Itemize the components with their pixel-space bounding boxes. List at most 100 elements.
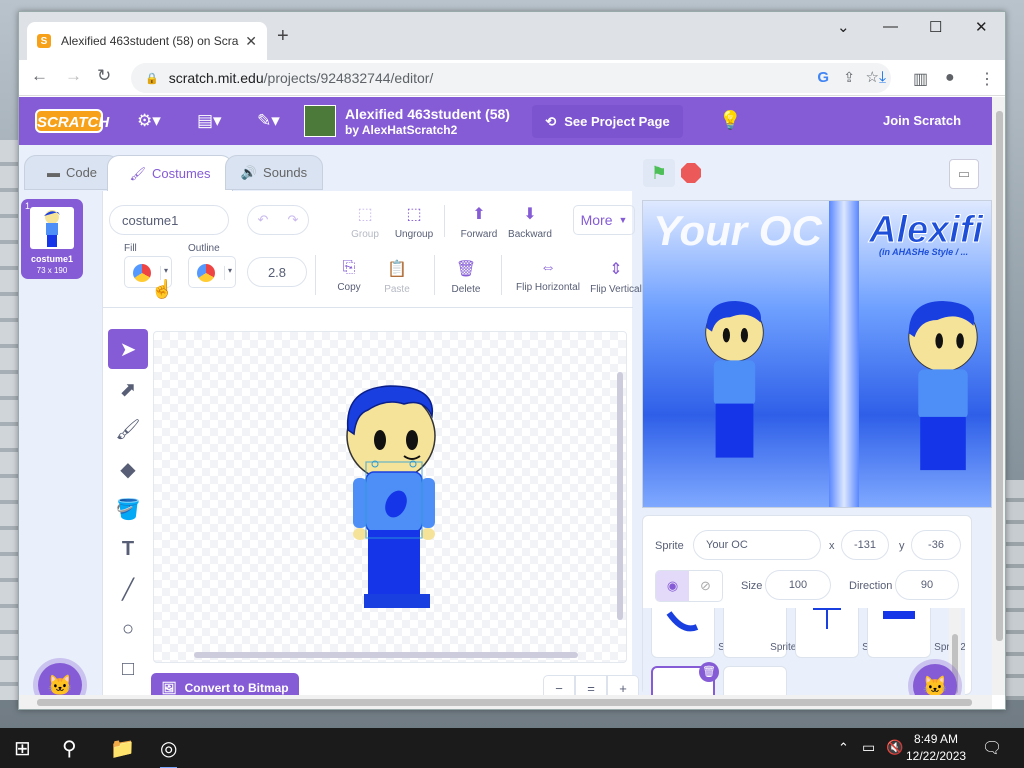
file-explorer-icon[interactable]: 📁 (110, 736, 135, 761)
costume-item[interactable]: 1 costume1 73 x 190 (21, 199, 83, 279)
costume-size: 73 x 190 (36, 266, 68, 275)
download-icon[interactable]: ⤓ (879, 69, 886, 87)
flip-horizontal-button[interactable]: ⇔ Flip Horizontal (508, 259, 588, 293)
outline-color-picker[interactable]: ▾ (188, 256, 236, 288)
stage[interactable]: Your OC Alexifi (in AHASHe Style / ... (642, 200, 992, 508)
hide-eye-icon[interactable]: ⊘ (689, 571, 722, 601)
close-window-icon[interactable]: ✕ (975, 18, 988, 36)
backward-button[interactable]: ⬇ Backward (500, 204, 560, 240)
delete-button[interactable]: 🗑 Delete (436, 259, 496, 295)
costume-name-input[interactable]: costume1 (109, 205, 229, 235)
chevron-up-icon[interactable]: ⌃ (838, 740, 849, 756)
circle-tool-icon[interactable]: ○ (108, 609, 148, 649)
sidebar-icon[interactable]: ▥ (913, 69, 928, 89)
page-vertical-scrollbar[interactable] (992, 97, 1005, 695)
new-tab-icon[interactable]: + (277, 26, 289, 46)
sprite-tile[interactable]: Sprite3 (651, 608, 750, 658)
page-hscroll-thumb[interactable] (37, 699, 972, 706)
small-stage-icon[interactable]: ▭ (949, 159, 979, 189)
see-project-page-button[interactable]: ⟲ See Project Page (532, 105, 683, 138)
search-icon[interactable]: ⚲ (62, 736, 77, 761)
undo-icon[interactable]: ↶ (258, 212, 269, 228)
star-icon[interactable]: ☆ (866, 68, 879, 86)
tab-costumes[interactable]: 🖌 Costumes (107, 155, 233, 191)
tab-search-icon[interactable]: ⌄ (837, 18, 850, 36)
sprite-tile[interactable]: Sprite4 (723, 608, 802, 658)
sprite-thumb (883, 611, 915, 619)
sprite-tile-selected[interactable]: 🗑 (651, 662, 719, 695)
y-input[interactable]: -36 (911, 530, 961, 560)
sprite-tile[interactable]: Sprite2 (867, 608, 965, 658)
share-icon[interactable]: ⇪ (843, 69, 855, 86)
fill-tool-icon[interactable]: 🪣 (108, 489, 148, 529)
notifications-icon[interactable]: 🗨 (982, 738, 1002, 758)
windows-start-icon[interactable]: ⊞ (14, 736, 31, 761)
paste-button[interactable]: 📋 Paste (367, 259, 427, 295)
reshape-tool-icon[interactable]: ⬈ (108, 369, 148, 409)
sprite-tile[interactable] (723, 666, 787, 695)
sprite-label: Sprite (655, 540, 684, 552)
stop-icon[interactable] (681, 163, 701, 183)
sprite-name-input[interactable]: Your OC (693, 530, 821, 560)
outline-width-input[interactable]: 2.8 (247, 257, 307, 287)
scratch-logo[interactable]: SCRATCH (35, 109, 109, 133)
volume-muted-icon[interactable]: 🔇 (886, 739, 903, 756)
page-scroll-thumb[interactable] (996, 111, 1003, 641)
back-icon[interactable]: ← (31, 66, 48, 86)
lock-icon[interactable]: 🔒 (145, 72, 159, 85)
select-tool-icon[interactable]: ➤ (108, 329, 148, 369)
menu-icon[interactable]: ⋮ (979, 69, 995, 89)
more-button[interactable]: More ▼ (573, 205, 635, 235)
sprite-tile[interactable]: Sprite1 (795, 608, 894, 658)
brush-tool-icon[interactable]: 🖌 (108, 409, 148, 449)
system-clock[interactable]: 8:49 AM 12/22/2023 (906, 731, 966, 765)
minimize-icon[interactable]: — (883, 18, 898, 35)
forward-icon[interactable]: → (65, 66, 82, 86)
paint-canvas[interactable] (153, 331, 627, 663)
page-horizontal-scrollbar[interactable] (19, 695, 992, 709)
show-eye-icon[interactable]: ◉ (656, 571, 689, 601)
join-scratch-link[interactable]: Join Scratch (883, 113, 961, 128)
fill-label: Fill (124, 243, 137, 254)
text-tool-icon[interactable]: T (108, 529, 148, 569)
profile-icon[interactable]: ● (945, 69, 955, 87)
network-icon[interactable]: ▭ (862, 739, 875, 756)
size-input[interactable]: 100 (765, 570, 831, 600)
canvas-horizontal-scrollbar[interactable] (194, 652, 578, 658)
clock-time: 8:49 AM (914, 732, 959, 746)
toolbar-divider (103, 307, 633, 308)
browser-tab[interactable]: S Alexified 463student (58) on Scra ✕ (27, 22, 267, 60)
convert-to-bitmap-button[interactable]: 🖼 Convert to Bitmap (151, 673, 299, 695)
reload-icon[interactable]: ↻ (97, 66, 111, 86)
project-author[interactable]: by AlexHatScratch2 (345, 123, 457, 137)
close-tab-icon[interactable]: ✕ (245, 33, 257, 50)
file-menu-icon[interactable]: ▤▾ (197, 111, 222, 131)
divider (434, 255, 435, 295)
choose-costume-button[interactable]: 🐱 (38, 663, 82, 695)
zoom-out-button[interactable]: − (543, 675, 575, 695)
zoom-reset-button[interactable]: = (575, 675, 607, 695)
direction-input[interactable]: 90 (895, 570, 959, 600)
x-input[interactable]: -131 (841, 530, 889, 560)
ungroup-button[interactable]: ⬚ Ungroup (384, 204, 444, 240)
settings-icon[interactable]: ⚙▾ (137, 111, 161, 131)
rectangle-tool-icon[interactable]: □ (108, 649, 148, 689)
flip-vertical-button[interactable]: ⇕ Flip Vertical (585, 259, 647, 295)
zoom-in-button[interactable]: + (607, 675, 639, 695)
edit-menu-icon[interactable]: ✎▾ (257, 111, 280, 131)
tab-sounds[interactable]: 🔊 Sounds (225, 155, 323, 190)
speaker-icon: 🔊 (240, 164, 258, 180)
green-flag-icon[interactable]: ⚑ (643, 159, 675, 187)
address-bar[interactable]: 🔒 scratch.mit.edu/projects/924832744/edi… (131, 63, 891, 93)
eraser-tool-icon[interactable]: ◆ (108, 449, 148, 489)
costume-thumbnail-art (44, 210, 60, 247)
google-icon[interactable]: G (817, 69, 829, 86)
maximize-icon[interactable]: ☐ (929, 18, 942, 36)
theme-bulb-icon[interactable]: 💡 (719, 110, 741, 131)
line-tool-icon[interactable]: ╱ (108, 569, 148, 609)
chrome-icon[interactable]: ◎ (160, 736, 178, 768)
canvas-vertical-scrollbar[interactable] (617, 372, 623, 620)
delete-sprite-icon[interactable]: 🗑 (699, 662, 719, 682)
tab-code[interactable]: ▬ Code (24, 155, 120, 190)
redo-icon[interactable]: ↷ (288, 212, 299, 228)
